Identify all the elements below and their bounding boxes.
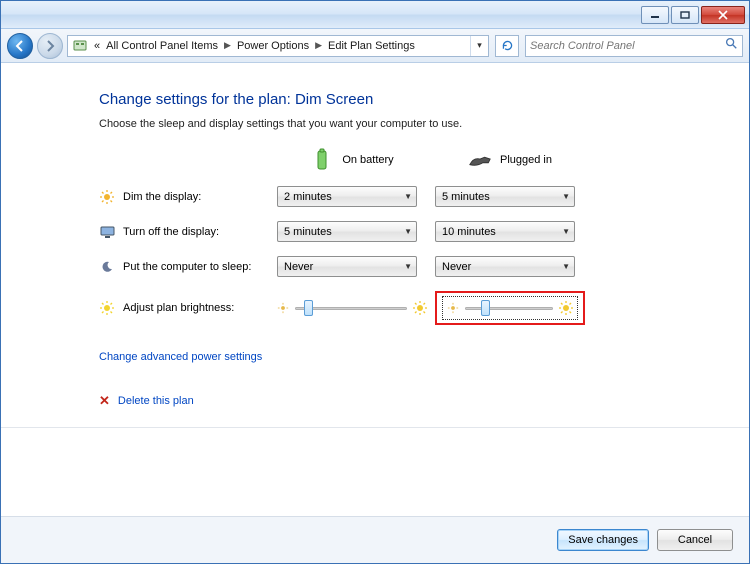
column-header-plugged: Plugged in bbox=[435, 148, 585, 172]
search-input[interactable] bbox=[530, 40, 724, 52]
maximize-button[interactable] bbox=[671, 6, 699, 24]
sun-dim-icon bbox=[277, 302, 289, 314]
column-header-battery: On battery bbox=[277, 148, 427, 172]
row-brightness: Adjust plan brightness: bbox=[99, 300, 269, 316]
page-title: Change settings for the plan: Dim Screen bbox=[99, 91, 659, 108]
battery-icon bbox=[310, 148, 334, 172]
row-label: Adjust plan brightness: bbox=[123, 302, 234, 314]
brightness-icon bbox=[99, 300, 115, 316]
brightness-battery-slider[interactable] bbox=[277, 299, 427, 317]
row-label: Turn off the display: bbox=[123, 226, 219, 238]
sleep-plugged-select[interactable]: Never▼ bbox=[435, 256, 575, 277]
settings-grid: On battery Plugged in Dim the display: 2… bbox=[99, 148, 659, 325]
breadcrumb-item[interactable]: Power Options bbox=[233, 36, 313, 56]
brightness-plugged-slider[interactable] bbox=[465, 299, 553, 317]
row-turn-off-display: Turn off the display: bbox=[99, 224, 269, 240]
chevron-right-icon: ▶ bbox=[313, 40, 324, 51]
sun-icon bbox=[99, 189, 115, 205]
chevron-right-icon: ▶ bbox=[222, 40, 233, 51]
toolbar: « All Control Panel Items ▶ Power Option… bbox=[1, 29, 749, 63]
control-panel-icon bbox=[71, 37, 89, 55]
back-button[interactable] bbox=[7, 33, 33, 59]
search-icon bbox=[724, 36, 738, 55]
dim-plugged-select[interactable]: 5 minutes▼ bbox=[435, 186, 575, 207]
sun-dim-icon bbox=[447, 302, 459, 314]
plug-icon bbox=[468, 148, 492, 172]
advanced-settings-link[interactable]: Change advanced power settings bbox=[99, 351, 659, 363]
breadcrumb-item[interactable]: All Control Panel Items bbox=[102, 36, 222, 56]
close-button[interactable] bbox=[701, 6, 745, 24]
row-label: Dim the display: bbox=[123, 191, 201, 203]
column-label: On battery bbox=[342, 154, 393, 166]
footer: Save changes Cancel bbox=[1, 516, 749, 563]
forward-button[interactable] bbox=[37, 33, 63, 59]
monitor-icon bbox=[99, 224, 115, 240]
highlight-box bbox=[435, 291, 585, 325]
search-box[interactable] bbox=[525, 35, 743, 57]
address-dropdown[interactable]: ▾ bbox=[470, 36, 488, 56]
content: Change settings for the plan: Dim Screen… bbox=[1, 63, 749, 516]
titlebar bbox=[1, 1, 749, 29]
minimize-button[interactable] bbox=[641, 6, 669, 24]
refresh-button[interactable] bbox=[495, 35, 519, 57]
divider bbox=[1, 427, 749, 428]
save-button[interactable]: Save changes bbox=[557, 529, 649, 551]
page-subtitle: Choose the sleep and display settings th… bbox=[99, 118, 659, 130]
moon-icon bbox=[99, 259, 115, 275]
off-battery-select[interactable]: 5 minutes▼ bbox=[277, 221, 417, 242]
row-label: Put the computer to sleep: bbox=[123, 261, 251, 273]
delete-icon: ✕ bbox=[99, 393, 110, 409]
row-sleep: Put the computer to sleep: bbox=[99, 259, 269, 275]
sun-bright-icon bbox=[413, 301, 427, 315]
sleep-battery-select[interactable]: Never▼ bbox=[277, 256, 417, 277]
breadcrumb-item[interactable]: Edit Plan Settings bbox=[324, 36, 419, 56]
breadcrumb[interactable]: « All Control Panel Items ▶ Power Option… bbox=[67, 35, 489, 57]
delete-plan-link[interactable]: Delete this plan bbox=[118, 395, 194, 407]
row-dim-display: Dim the display: bbox=[99, 189, 269, 205]
cancel-button[interactable]: Cancel bbox=[657, 529, 733, 551]
sun-bright-icon bbox=[559, 301, 573, 315]
column-label: Plugged in bbox=[500, 154, 552, 166]
dim-battery-select[interactable]: 2 minutes▼ bbox=[277, 186, 417, 207]
window: « All Control Panel Items ▶ Power Option… bbox=[0, 0, 750, 564]
off-plugged-select[interactable]: 10 minutes▼ bbox=[435, 221, 575, 242]
